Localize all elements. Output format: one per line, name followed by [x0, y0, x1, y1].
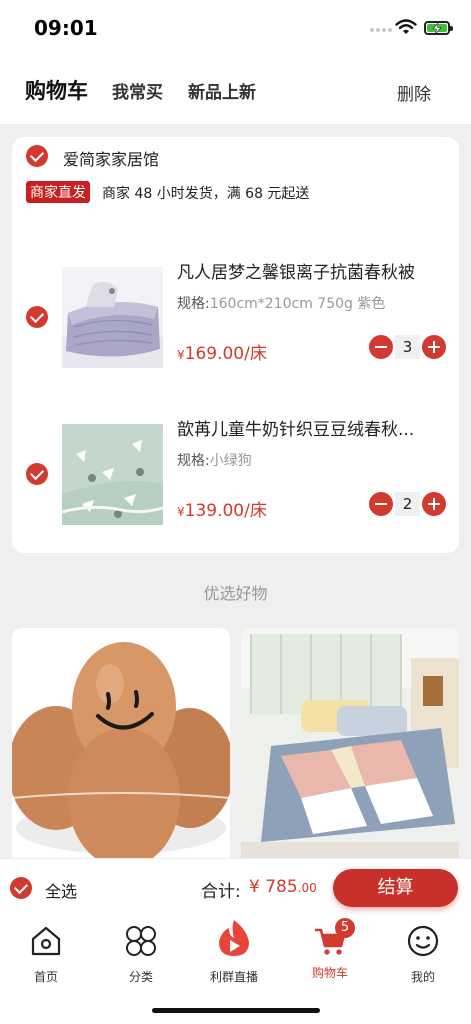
cellular-signal-icon: [370, 26, 392, 34]
wifi-icon: [395, 19, 417, 34]
tabbar-item-profile[interactable]: 我的: [388, 924, 458, 985]
item-select-checkbox[interactable]: [26, 463, 48, 485]
recommend-item-bedding[interactable]: [241, 628, 459, 868]
cart-count-badge: 5: [335, 918, 355, 938]
recommend-item-eggs[interactable]: [12, 628, 230, 868]
tabbar-label: 分类: [128, 970, 153, 984]
shop-name[interactable]: 爱简家家居馆: [63, 146, 159, 170]
category-icon: [126, 926, 156, 956]
tabbar-label: 首页: [33, 970, 58, 984]
delete-button[interactable]: 删除: [397, 80, 431, 105]
cart-header: 购物车 我常买 新品上新 删除: [0, 60, 471, 124]
quantity-stepper: 3: [369, 335, 446, 359]
home-indicator: [152, 1008, 320, 1013]
tabbar-item-live[interactable]: 利群直播: [199, 920, 269, 985]
quantity-value[interactable]: 2: [395, 492, 420, 516]
cart-icon-wrap: 5: [313, 918, 355, 958]
tab-frequently-bought[interactable]: 我常买: [112, 78, 163, 103]
checkout-bar: 全选 合计: ¥ 785.00 结算: [0, 858, 471, 916]
product-image-bedding[interactable]: [62, 424, 163, 525]
home-icon: [31, 926, 61, 956]
profile-icon: [407, 925, 439, 957]
recommend-section-title: 优选好物: [203, 584, 268, 603]
quantity-stepper: 2: [369, 492, 446, 516]
item-select-checkbox[interactable]: [26, 306, 48, 328]
product-price: ¥169.00/床: [177, 344, 267, 364]
bedding-image: [241, 628, 459, 868]
product-image-quilt[interactable]: [62, 267, 163, 368]
select-all-label[interactable]: 全选: [45, 878, 77, 902]
tabbar-label: 购物车: [311, 966, 348, 980]
checkout-button[interactable]: 结算: [333, 869, 458, 907]
select-all-checkbox[interactable]: [10, 877, 32, 899]
tabbar-label: 利群直播: [209, 970, 258, 984]
shipping-note: 商家 48 小时发货，满 68 元起送: [102, 186, 310, 202]
product-title[interactable]: 歆苒儿童牛奶针织豆豆绒春秋...: [177, 415, 452, 440]
total-amount: ¥ 785.00: [249, 877, 317, 897]
product-price: ¥139.00/床: [177, 501, 267, 521]
tabbar-label: 我的: [410, 970, 435, 984]
tabbar-item-home[interactable]: 首页: [11, 924, 81, 985]
tab-cart[interactable]: 购物车: [25, 75, 88, 105]
decrease-quantity-button[interactable]: [369, 492, 393, 516]
shop-select-checkbox[interactable]: [26, 145, 48, 167]
quantity-value[interactable]: 3: [395, 335, 420, 359]
increase-quantity-button[interactable]: [422, 335, 446, 359]
total-label: 合计:: [201, 882, 241, 902]
product-spec[interactable]: 规格:160cm*210cm 750g 紫色: [177, 293, 385, 313]
tab-new-arrivals[interactable]: 新品上新: [188, 78, 256, 103]
live-fire-icon: [219, 920, 249, 956]
decrease-quantity-button[interactable]: [369, 335, 393, 359]
status-time: 09:01: [34, 16, 98, 40]
eggs-image: [12, 628, 230, 868]
status-bar: 09:01: [0, 0, 471, 60]
product-spec[interactable]: 规格:小绿狗: [177, 450, 252, 470]
battery-icon: [424, 21, 453, 35]
merchant-direct-badge: 商家直发: [26, 181, 90, 203]
tabbar-item-cart[interactable]: 5 购物车: [295, 918, 365, 981]
product-title[interactable]: 凡人居梦之馨银离子抗菌春秋被: [177, 258, 452, 283]
shop-cart-card: 爱简家家居馆 商家直发 商家 48 小时发货，满 68 元起送 凡人居梦之馨银离…: [12, 137, 459, 553]
tabbar-item-category[interactable]: 分类: [106, 924, 176, 985]
increase-quantity-button[interactable]: [422, 492, 446, 516]
